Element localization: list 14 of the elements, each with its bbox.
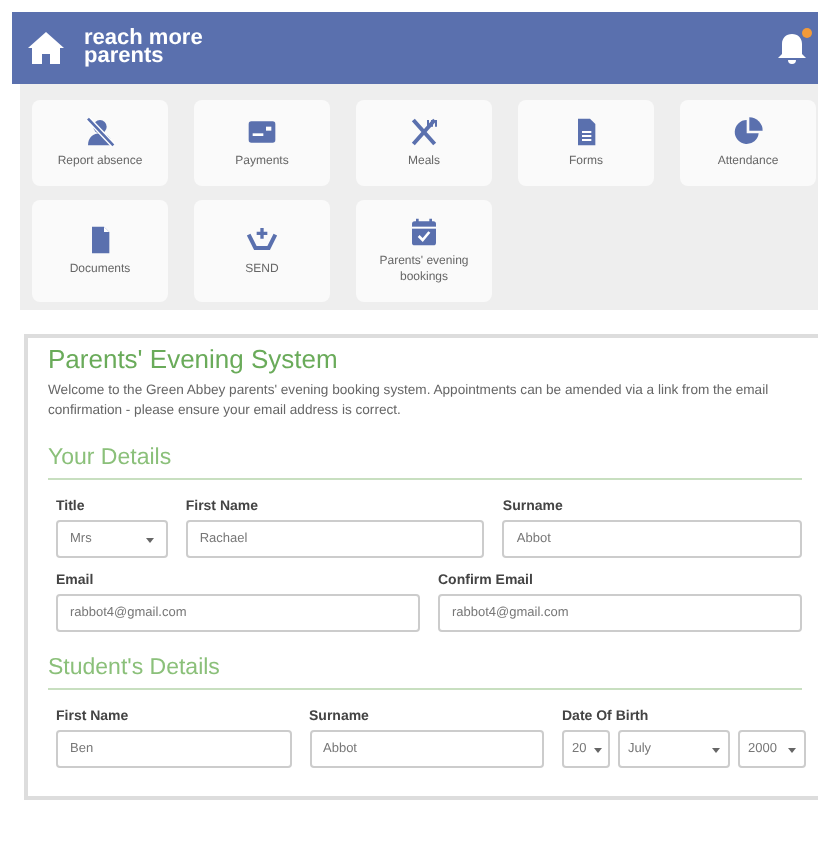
section-heading: Student's Details xyxy=(48,656,802,690)
absence-icon xyxy=(84,116,116,148)
logo: reach more parents xyxy=(84,30,203,66)
calendar-icon xyxy=(408,216,440,248)
attendance-icon xyxy=(732,116,764,148)
caret-icon xyxy=(712,745,720,753)
bell-icon[interactable] xyxy=(778,32,806,64)
home-icon[interactable] xyxy=(28,32,64,64)
caret-icon xyxy=(788,745,796,753)
caret-icon xyxy=(145,535,154,543)
form-title: Parents' Evening System xyxy=(48,344,340,374)
payments-icon xyxy=(246,116,278,148)
caret-icon xyxy=(594,745,603,753)
section-heading: Your Details xyxy=(48,446,802,480)
